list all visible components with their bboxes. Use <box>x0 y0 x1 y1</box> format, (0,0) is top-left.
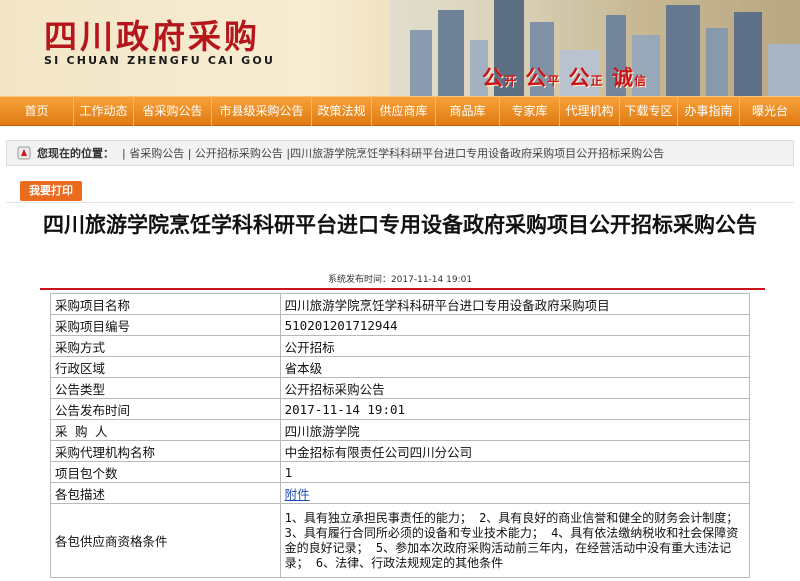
field-label: 各包描述 <box>50 482 281 504</box>
table-row: 行政区域 省本级 <box>50 356 751 378</box>
attachment-link[interactable]: 附件 <box>285 487 310 502</box>
field-value: 附件 <box>279 482 751 504</box>
qualification-text: 1、具有独立承担民事责任的能力； 2、具有良好的商业信誉和健全的财务会计制度； … <box>284 510 739 570</box>
field-value: 1 <box>279 461 751 483</box>
table-row: 采购代理机构名称 中金招标有限责任公司四川分公司 <box>50 440 751 462</box>
site-logo-pinyin: SI CHUAN ZHENGFU CAI GOU <box>44 54 276 67</box>
breadcrumb-path[interactable]: | 省采购公告 | 公开招标采购公告 |四川旅游学院烹饪学科科研平台进口专用设备… <box>122 145 664 161</box>
main-nav: 首页 工作动态 省采购公告 市县级采购公告 政策法规 供应商库 商品库 专家库 … <box>0 96 800 126</box>
nav-guide[interactable]: 办事指南 <box>678 97 740 126</box>
field-label: 采购项目名称 <box>50 293 281 315</box>
nav-product-db[interactable]: 商品库 <box>436 97 500 126</box>
table-row: 公告类型 公开招标采购公告 <box>50 377 751 399</box>
breadcrumb: 您现在的位置： | 省采购公告 | 公开招标采购公告 |四川旅游学院烹饪学科科研… <box>6 140 794 166</box>
table-row: 采 购 人 四川旅游学院 <box>50 419 751 441</box>
field-value: 省本级 <box>279 356 751 378</box>
nav-city-county-notices[interactable]: 市县级采购公告 <box>212 97 312 126</box>
field-value: 公开招标 <box>279 335 751 357</box>
publish-time: 系统发布时间：2017-11-14 19:01 <box>327 275 473 285</box>
nav-policies[interactable]: 政策法规 <box>312 97 372 126</box>
field-value: 公开招标采购公告 <box>279 377 751 399</box>
breadcrumb-label: 您现在的位置： <box>37 147 114 160</box>
field-label: 公告发布时间 <box>50 398 281 420</box>
page-title: 四川旅游学院烹饪学科科研平台进口专用设备政府采购项目公开招标采购公告 <box>43 213 757 237</box>
header-banner: 四川政府采购 SI CHUAN ZHENGFU CAI GOU 公开 公平 公正… <box>0 0 800 96</box>
field-value: 四川旅游学院烹饪学科科研平台进口专用设备政府采购项目 <box>279 293 751 315</box>
field-label: 行政区域 <box>50 356 281 378</box>
field-label: 采购代理机构名称 <box>50 440 281 462</box>
field-value: 510201201712944 <box>279 314 751 336</box>
nav-home[interactable]: 首页 <box>0 97 74 126</box>
title-divider <box>40 288 765 290</box>
table-row: 采购项目编号 510201201712944 <box>50 314 751 336</box>
nav-supplier-db[interactable]: 供应商库 <box>372 97 436 126</box>
field-label: 各包供应商资格条件 <box>50 503 281 578</box>
table-row: 公告发布时间 2017-11-14 19:01 <box>50 398 751 420</box>
nav-exposure[interactable]: 曝光台 <box>740 97 800 126</box>
field-value: 四川旅游学院 <box>279 419 751 441</box>
slogan: 公开 公平 公正 诚信 <box>482 65 647 90</box>
table-row: 采购方式 公开招标 <box>50 335 751 357</box>
table-row: 项目包个数 1 <box>50 461 751 483</box>
field-label: 采购方式 <box>50 335 281 357</box>
field-value: 2017-11-14 19:01 <box>279 398 751 420</box>
divider <box>6 202 794 203</box>
nav-expert-db[interactable]: 专家库 <box>500 97 560 126</box>
nav-provincial-notices[interactable]: 省采购公告 <box>134 97 212 126</box>
field-label: 公告类型 <box>50 377 281 399</box>
table-row: 各包描述 附件 <box>50 482 751 504</box>
field-value: 中金招标有限责任公司四川分公司 <box>279 440 751 462</box>
field-label: 项目包个数 <box>50 461 281 483</box>
nav-agencies[interactable]: 代理机构 <box>560 97 620 126</box>
site-logo[interactable]: 四川政府采购 <box>44 10 260 58</box>
field-label: 采 购 人 <box>50 419 281 441</box>
print-button[interactable]: 我要打印 <box>20 181 82 201</box>
table-row: 各包供应商资格条件 1、具有独立承担民事责任的能力； 2、具有良好的商业信誉和健… <box>50 503 751 578</box>
nav-work-news[interactable]: 工作动态 <box>74 97 134 126</box>
procurement-info-table: 采购项目名称 四川旅游学院烹饪学科科研平台进口专用设备政府采购项目 采购项目编号… <box>50 293 751 578</box>
field-label: 采购项目编号 <box>50 314 281 336</box>
field-value: 1、具有独立承担民事责任的能力； 2、具有良好的商业信誉和健全的财务会计制度； … <box>279 503 751 578</box>
table-row: 采购项目名称 四川旅游学院烹饪学科科研平台进口专用设备政府采购项目 <box>50 293 751 315</box>
location-icon <box>17 146 31 160</box>
nav-downloads[interactable]: 下载专区 <box>620 97 678 126</box>
